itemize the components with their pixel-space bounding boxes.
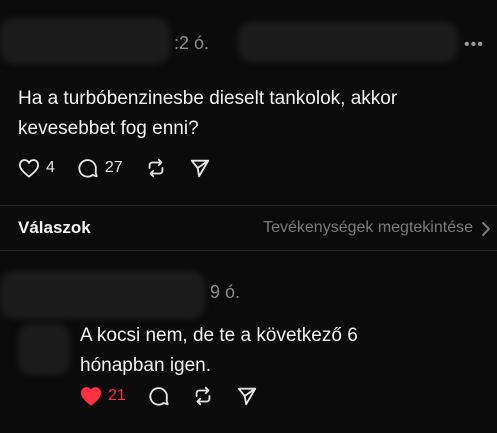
reply-post: 9 ó. A kocsi nem, de te a következő 6 hó… <box>0 251 497 433</box>
repost-icon <box>148 158 164 178</box>
reply-text-line: hónapban igen. <box>80 355 212 376</box>
repost-button[interactable] <box>145 157 167 179</box>
reply-repost-button[interactable] <box>192 385 214 407</box>
post-timestamp: :2 ó. <box>174 33 210 53</box>
post-text-line: Ha a turbóbenzinesbe dieselt tankolok, a… <box>18 88 398 109</box>
redacted-header-right <box>238 22 458 62</box>
post-text-line: kevesebbet fog enni? <box>18 118 199 139</box>
chevron-right-icon[interactable] <box>481 221 491 237</box>
replies-header: Válaszok Tevékenységek megtekintése <box>0 206 497 250</box>
reply-like-button[interactable]: 21 <box>80 386 126 406</box>
repost-icon <box>195 386 211 406</box>
more-options-icon[interactable]: ••• <box>464 36 484 54</box>
heart-filled-icon <box>80 387 102 406</box>
redacted-reply-author <box>0 271 205 319</box>
comment-count: 27 <box>104 159 123 176</box>
reply-comment-button[interactable] <box>148 385 170 407</box>
like-button[interactable]: 4 <box>18 158 55 178</box>
replies-title: Válaszok <box>18 218 91 237</box>
reply-like-count: 21 <box>108 387 126 404</box>
original-post: :2 ó. ••• Ha a turbóbenzinesbe dieselt t… <box>0 0 497 206</box>
reply-timestamp: 9 ó. <box>210 282 241 302</box>
share-icon <box>190 159 209 178</box>
like-count: 4 <box>46 159 55 176</box>
reply-text: A kocsi nem, de te a következő 6 hónapba… <box>80 321 358 381</box>
redacted-author <box>0 18 170 64</box>
reply-text-line: A kocsi nem, de te a következő 6 <box>80 325 358 346</box>
reply-share-button[interactable] <box>236 385 258 407</box>
heart-icon <box>18 159 40 178</box>
redacted-reply-avatar <box>18 323 70 375</box>
share-button[interactable] <box>189 157 211 179</box>
post-actions: 4 27 <box>18 157 233 179</box>
comment-icon <box>78 159 98 178</box>
share-icon <box>237 387 256 406</box>
comment-button[interactable]: 27 <box>77 157 123 179</box>
post-text: Ha a turbóbenzinesbe dieselt tankolok, a… <box>18 84 397 144</box>
reply-actions: 21 <box>80 385 280 407</box>
comment-icon <box>149 387 169 406</box>
view-activity-link[interactable]: Tevékenységek megtekintése <box>263 219 473 237</box>
